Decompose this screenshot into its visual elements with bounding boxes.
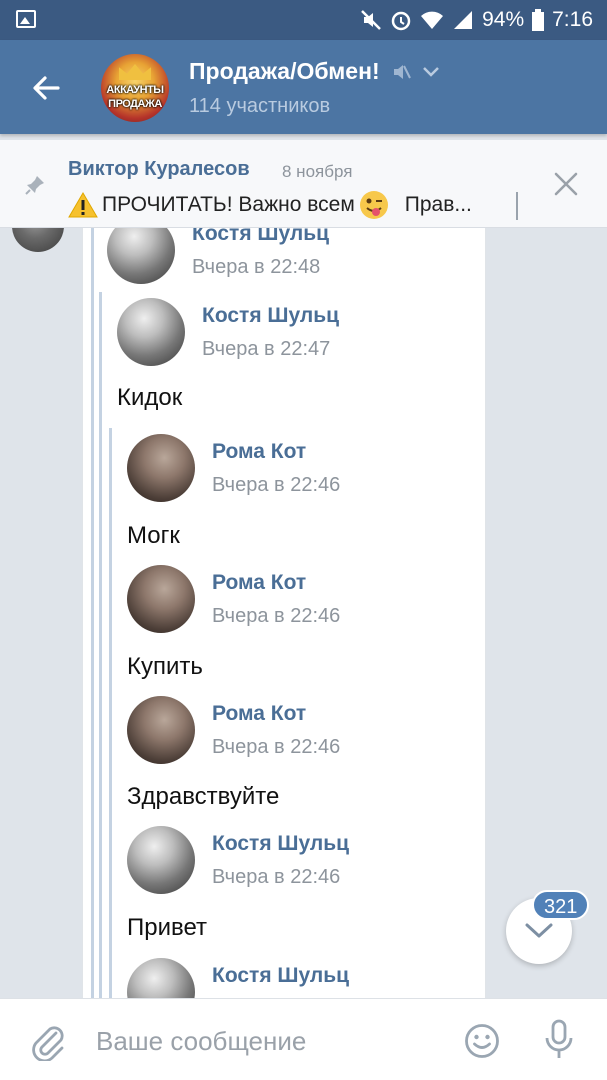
- forward-line: [109, 428, 112, 998]
- winking-tongue-emoji-icon: [359, 191, 388, 219]
- message-text: Кидок: [117, 384, 183, 411]
- battery-percent: 94%: [482, 8, 525, 31]
- clock: 7:16: [552, 8, 593, 31]
- muted-speaker-icon: [393, 64, 411, 79]
- pinned-text-main: ПРОЧИТАТЬ! Важно всем: [102, 193, 355, 216]
- chevron-down-icon: [525, 923, 553, 938]
- pinned-author: Виктор Куралесов: [68, 158, 250, 180]
- message-composer: Ваше сообщение: [0, 998, 607, 1080]
- close-icon[interactable]: [552, 170, 580, 198]
- chat-title-row[interactable]: Продажа/Обмен!: [189, 58, 440, 85]
- signal-icon: [454, 11, 473, 29]
- back-arrow-icon[interactable]: [28, 70, 64, 106]
- image-icon: [16, 10, 36, 28]
- pinned-text: ПРОЧИТАТЬ! Важно всем Прав...: [68, 190, 518, 220]
- paperclip-icon[interactable]: [28, 1021, 66, 1061]
- avatar-text-line1: АККАУНТЫ: [106, 84, 164, 96]
- message-text: Привет: [127, 914, 208, 941]
- mute-icon: [361, 10, 381, 30]
- message-time: Вчера в 22:46: [212, 605, 341, 627]
- smiley-icon[interactable]: [464, 1023, 500, 1059]
- battery-icon: [532, 9, 545, 31]
- avatar[interactable]: [127, 565, 195, 633]
- message-time: Вчера в 22:48: [192, 256, 321, 278]
- message-input[interactable]: Ваше сообщение: [96, 1026, 306, 1057]
- avatar[interactable]: [127, 958, 195, 998]
- message-time: Вчера в 22:46: [212, 474, 341, 496]
- avatar[interactable]: [107, 228, 175, 284]
- forward-line: [91, 228, 94, 998]
- chat-header: АККАУНТЫ ПРОДАЖА Продажа/Обмен! 114 учас…: [0, 40, 607, 134]
- avatar[interactable]: [127, 434, 195, 502]
- wifi-icon: [421, 11, 444, 29]
- pinned-date: 8 ноября: [282, 162, 353, 181]
- unread-count-badge[interactable]: 321: [532, 890, 590, 920]
- message-text: Здравствуйте: [127, 783, 280, 810]
- pinned-divider: [516, 192, 518, 220]
- message-text: Могк: [127, 522, 180, 549]
- sender-name[interactable]: Рома Кот: [212, 702, 306, 726]
- sender-name[interactable]: Костя Шульц: [202, 304, 339, 328]
- avatar[interactable]: [127, 826, 195, 894]
- message-text: Купить: [127, 653, 203, 680]
- chat-area[interactable]: Костя Шульц Вчера в 22:48 Костя Шульц Вч…: [0, 228, 607, 998]
- avatar-text-line2: ПРОДАЖА: [108, 98, 162, 110]
- status-bar: 94% 7:16: [0, 0, 607, 40]
- chevron-down-icon[interactable]: [422, 65, 440, 79]
- sender-name[interactable]: Костя Шульц: [212, 832, 349, 856]
- avatar[interactable]: [117, 298, 185, 366]
- message-time: Вчера в 22:46: [212, 736, 341, 758]
- sender-name[interactable]: Рома Кот: [212, 440, 306, 464]
- warning-icon: [68, 192, 98, 218]
- sender-name[interactable]: Рома Кот: [212, 571, 306, 595]
- microphone-icon[interactable]: [542, 1019, 576, 1061]
- avatar[interactable]: [127, 696, 195, 764]
- crown-icon: [119, 64, 151, 80]
- forward-line: [99, 292, 102, 998]
- pinned-text-tail: Прав...: [404, 193, 472, 216]
- message-time: Вчера в 22:46: [212, 866, 341, 888]
- pinned-message[interactable]: Виктор Куралесов 8 ноября ПРОЧИТАТЬ! Важ…: [0, 140, 607, 228]
- message-time: Вчера в 22:47: [202, 338, 331, 360]
- sender-name[interactable]: Костя Шульц: [192, 228, 329, 246]
- chat-title: Продажа/Обмен!: [189, 58, 380, 84]
- chat-members-count: 114 участников: [189, 95, 331, 117]
- sender-avatar[interactable]: [12, 228, 64, 252]
- chat-avatar[interactable]: АККАУНТЫ ПРОДАЖА: [101, 54, 169, 122]
- message-bubble[interactable]: Костя Шульц Вчера в 22:48 Костя Шульц Вч…: [82, 228, 486, 998]
- alarm-icon: [391, 11, 411, 31]
- pin-icon: [25, 176, 44, 195]
- sender-name[interactable]: Костя Шульц: [212, 964, 349, 988]
